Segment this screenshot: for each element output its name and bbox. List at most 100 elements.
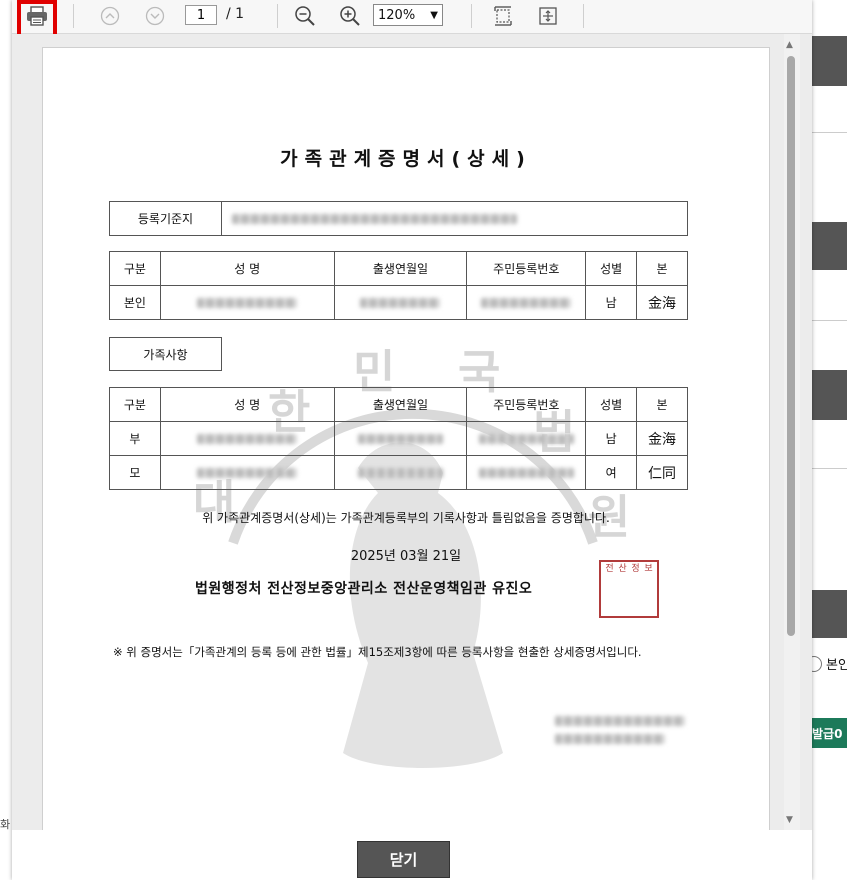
self-gender: 남 <box>585 285 638 320</box>
registry-label: 등록기준지 <box>109 201 222 236</box>
redacted-cell <box>333 285 468 320</box>
background-right-edge: 발급0 본인 <box>806 0 847 880</box>
zoom-in-button[interactable] <box>338 4 362 28</box>
official-seal: 전 산 정 보 <box>599 560 659 618</box>
redacted-text <box>555 716 685 726</box>
family-gender: 남 <box>585 421 638 456</box>
redacted-cell <box>333 455 468 490</box>
document-area[interactable]: 대한 민국 법원 가족관계증명서(상세) 등록기준지 구분 성 명 출생연월일 … <box>12 34 812 830</box>
background-issue-label: 발급0 <box>812 726 843 741</box>
redacted-text <box>197 468 298 478</box>
table-header-row: 구분 성 명 출생연월일 주민등록번호 성별 본 <box>109 387 688 422</box>
header-gender: 성별 <box>585 387 638 422</box>
table-row: 부 남 金海 <box>109 421 688 456</box>
redacted-cell <box>466 285 587 320</box>
redacted-cell <box>159 421 335 456</box>
issue-date: 2025년 03월 21일 <box>350 549 462 564</box>
zoom-in-icon <box>340 6 360 26</box>
background-fragment: 화 <box>0 818 11 831</box>
header-rrn: 주민등록번호 <box>466 251 587 286</box>
redacted-text <box>232 214 517 224</box>
background-header-band <box>812 222 847 270</box>
toolbar-separator <box>471 4 472 28</box>
redacted-text <box>197 298 298 308</box>
page-number-input[interactable] <box>185 5 217 25</box>
scrollbar-thumb[interactable] <box>787 56 795 636</box>
seal-char: 보 <box>644 564 653 574</box>
header-gender: 성별 <box>585 251 638 286</box>
pdf-viewer-popup: / 1 120% ▼ <box>12 0 812 880</box>
toolbar-separator <box>73 4 74 28</box>
chevron-down-icon: ▼ <box>430 9 438 21</box>
family-origin: 金海 <box>636 421 688 456</box>
toolbar-separator <box>277 4 278 28</box>
background-divider <box>812 132 847 133</box>
zoom-out-icon <box>295 6 315 26</box>
header-category: 구분 <box>109 387 161 422</box>
header-birth: 출생연월일 <box>333 387 468 422</box>
family-table: 구분 성 명 출생연월일 주민등록번호 성별 본 부 남 金海 모 여 仁同 <box>109 387 688 490</box>
redacted-cell <box>466 455 587 490</box>
header-birth: 출생연월일 <box>333 251 468 286</box>
legal-note: ※ 위 증명서는「가족관계의 등록 등에 관한 법률」제15조제3항에 따른 등… <box>113 645 642 659</box>
background-header-band <box>812 370 847 420</box>
redacted-cell <box>159 285 335 320</box>
expand-icon <box>539 7 557 25</box>
background-radio-label: 본인 <box>826 658 847 673</box>
header-origin: 본 <box>636 387 688 422</box>
toolbar-separator <box>583 4 584 28</box>
header-origin: 본 <box>636 251 688 286</box>
close-button[interactable]: 닫기 <box>357 841 450 878</box>
redacted-issue-number <box>555 716 685 744</box>
redacted-text <box>357 468 443 478</box>
family-category: 모 <box>109 455 161 490</box>
scroll-down-icon[interactable]: ▼ <box>786 815 793 825</box>
chevron-down-icon <box>145 6 165 26</box>
zoom-out-button[interactable] <box>293 4 317 28</box>
previous-page-button[interactable] <box>98 4 122 28</box>
background-left-edge: 화 <box>0 0 12 880</box>
family-gender: 여 <box>585 455 638 490</box>
header-name: 성 명 <box>159 387 335 422</box>
redacted-cell <box>333 421 468 456</box>
background-divider <box>812 320 847 321</box>
redacted-text <box>481 298 572 308</box>
viewer-footer: 닫기 <box>12 830 812 880</box>
registry-table: 등록기준지 <box>109 201 688 236</box>
table-row: 모 여 仁同 <box>109 455 688 490</box>
chevron-up-icon <box>100 6 120 26</box>
scroll-up-icon[interactable]: ▲ <box>786 40 793 50</box>
fit-width-button[interactable] <box>491 4 515 28</box>
fit-page-button[interactable] <box>536 4 560 28</box>
redacted-text <box>555 734 665 744</box>
seal-char: 전 <box>605 564 614 574</box>
background-issue-button[interactable]: 발급0 <box>812 718 847 748</box>
seal-char: 정 <box>631 564 640 574</box>
redacted-text <box>357 434 443 444</box>
self-category: 본인 <box>109 285 161 320</box>
viewer-toolbar: / 1 120% ▼ <box>12 0 812 44</box>
background-divider <box>812 468 847 469</box>
redacted-text <box>478 434 574 444</box>
header-category: 구분 <box>109 251 161 286</box>
zoom-value: 120% <box>378 7 416 23</box>
next-page-button[interactable] <box>143 4 167 28</box>
redacted-cell <box>159 455 335 490</box>
background-radio[interactable]: 본인 <box>806 654 847 673</box>
redacted-text <box>478 468 574 478</box>
self-table: 구분 성 명 출생연월일 주민등록번호 성별 본 본인 남 金海 <box>109 251 688 320</box>
fit-page-icon <box>494 6 512 26</box>
seal-char: 산 <box>618 564 627 574</box>
family-section-label: 가족사항 <box>109 337 222 371</box>
redacted-cell <box>466 421 587 456</box>
document-title: 가족관계증명서(상세) <box>280 148 532 170</box>
page-total: / 1 <box>226 6 245 22</box>
redacted-text <box>360 298 441 308</box>
table-header-row: 구분 성 명 출생연월일 주민등록번호 성별 본 <box>109 251 688 286</box>
table-row: 본인 남 金海 <box>109 285 688 320</box>
background-header-band <box>812 36 847 86</box>
self-origin: 金海 <box>636 285 688 320</box>
zoom-select[interactable]: 120% ▼ <box>373 4 443 26</box>
family-origin: 仁同 <box>636 455 688 490</box>
redacted-text <box>197 434 298 444</box>
